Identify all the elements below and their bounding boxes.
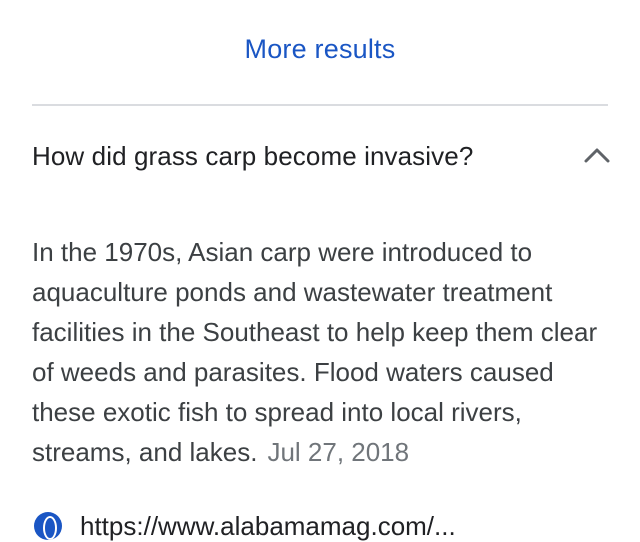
more-results-link[interactable]: More results (0, 34, 640, 65)
source-link[interactable]: https://www.alabamamag.com/... (34, 512, 456, 542)
faq-answer: In the 1970s, Asian carp were introduced… (32, 232, 612, 472)
divider (32, 104, 608, 106)
faq-answer-date: Jul 27, 2018 (267, 437, 410, 467)
chevron-up-icon[interactable] (580, 139, 614, 173)
faq-question-text: How did grass carp become invasive? (32, 140, 474, 171)
source-url[interactable]: https://www.alabamamag.com/... (80, 512, 456, 540)
faq-question-row[interactable]: How did grass carp become invasive? (32, 134, 610, 178)
faq-answer-text: In the 1970s, Asian carp were introduced… (32, 237, 598, 467)
globe-icon (34, 512, 62, 540)
